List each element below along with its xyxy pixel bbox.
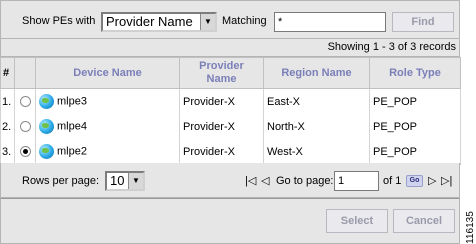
table-header-row: # Device Name Provider Name Region Name R… xyxy=(0,57,461,89)
provider-name-select-value: Provider Name xyxy=(106,14,193,29)
chevron-down-icon: ▼ xyxy=(200,14,215,30)
cancel-button[interactable]: Cancel xyxy=(393,209,455,233)
figure-id-text: 116135 xyxy=(464,211,476,244)
previous-page-icon[interactable]: ◁ xyxy=(261,175,269,187)
role-cell: PE_POP xyxy=(369,139,461,165)
rows-per-page-label: Rows per page: xyxy=(22,175,100,187)
region-cell: West-X xyxy=(263,139,370,165)
figure-id: 116135 xyxy=(460,211,476,244)
device-name: mlpe3 xyxy=(57,95,87,108)
device-cell: mlpe4 xyxy=(35,114,180,139)
row-radio[interactable] xyxy=(19,121,31,133)
column-header-number: # xyxy=(0,57,15,89)
region-cell: North-X xyxy=(263,114,370,139)
device-cell: mlpe3 xyxy=(35,88,180,114)
column-header-device-name[interactable]: Device Name xyxy=(35,57,180,89)
rows-per-page-value: 10 xyxy=(110,173,125,188)
provider-cell: Provider-X xyxy=(179,88,264,114)
provider-cell: Provider-X xyxy=(179,114,264,139)
pe-selector-panel: Show PEs with Provider Name ▼ Matching *… xyxy=(0,0,462,244)
row-radio-cell[interactable] xyxy=(14,139,36,165)
show-pes-label: Show PEs with xyxy=(22,15,96,27)
table-row[interactable]: 3. mlpe2 Provider-X West-X PE_POP xyxy=(0,139,461,165)
row-radio-cell[interactable] xyxy=(14,114,36,139)
matching-label: Matching xyxy=(222,15,267,27)
device-globe-icon xyxy=(39,94,54,109)
page-count-label: of 1 xyxy=(383,175,402,187)
goto-page-label: Go to page: xyxy=(276,175,334,187)
rows-per-page-select[interactable]: 10 ▼ xyxy=(105,171,145,191)
device-name: mlpe2 xyxy=(57,145,87,158)
row-radio[interactable] xyxy=(19,96,31,108)
row-radio-selected[interactable] xyxy=(19,146,31,158)
page-number-input[interactable]: 1 xyxy=(334,171,379,191)
provider-name-select[interactable]: Provider Name ▼ xyxy=(101,12,217,32)
last-page-icon[interactable]: ▷| xyxy=(441,175,452,187)
role-cell: PE_POP xyxy=(369,114,461,139)
find-button[interactable]: Find xyxy=(392,12,454,32)
row-number: 2. xyxy=(0,114,15,139)
column-header-select xyxy=(14,57,36,89)
row-number: 3. xyxy=(0,139,15,165)
device-name: mlpe4 xyxy=(57,120,87,133)
records-count: Showing 1 - 3 of 3 records xyxy=(0,38,460,57)
next-page-icon[interactable]: ▷ xyxy=(428,175,436,187)
chevron-down-icon: ▼ xyxy=(128,173,143,189)
device-cell: mlpe2 xyxy=(35,139,180,165)
first-page-icon[interactable]: |◁ xyxy=(245,175,256,187)
region-cell: East-X xyxy=(263,88,370,114)
role-cell: PE_POP xyxy=(369,88,461,114)
matching-input[interactable]: * xyxy=(274,12,386,32)
table-row[interactable]: 1. mlpe3 Provider-X East-X PE_POP xyxy=(0,88,461,114)
column-header-region-name[interactable]: Region Name xyxy=(263,57,370,89)
row-radio-cell[interactable] xyxy=(14,88,36,114)
row-number: 1. xyxy=(0,88,15,114)
pagination-bar: Rows per page: 10 ▼ |◁ ◁ Go to page: 1 o… xyxy=(0,163,460,198)
filter-bar: Show PEs with Provider Name ▼ Matching *… xyxy=(0,0,460,38)
provider-cell: Provider-X xyxy=(179,139,264,165)
device-globe-icon xyxy=(39,144,54,159)
device-globe-icon xyxy=(39,119,54,134)
action-bar: Select Cancel xyxy=(0,198,460,244)
column-header-provider-name[interactable]: Provider Name xyxy=(179,57,264,89)
pe-table: # Device Name Provider Name Region Name R… xyxy=(0,57,461,165)
select-button[interactable]: Select xyxy=(326,209,388,233)
go-button[interactable]: Go xyxy=(406,175,423,187)
table-row[interactable]: 2. mlpe4 Provider-X North-X PE_POP xyxy=(0,114,461,139)
column-header-role-type[interactable]: Role Type xyxy=(369,57,461,89)
